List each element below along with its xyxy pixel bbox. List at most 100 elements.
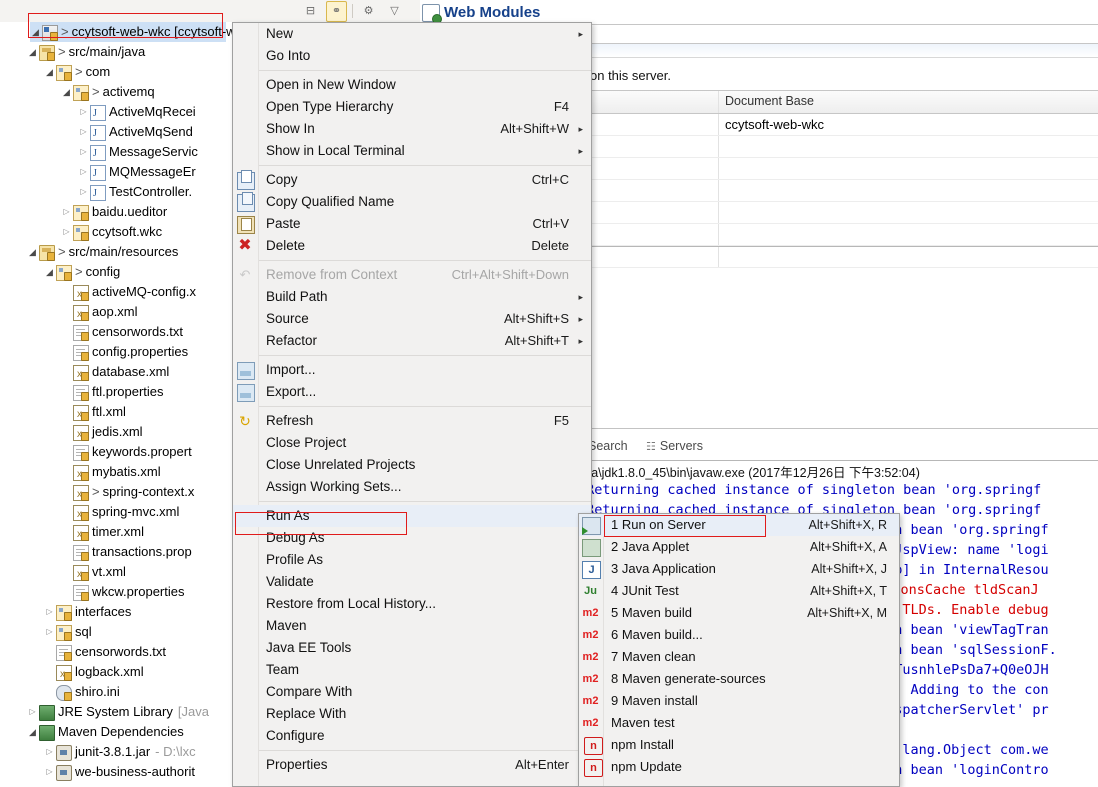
tree-expand-arrow[interactable] <box>78 102 89 122</box>
table-row[interactable] <box>588 136 1098 158</box>
submenu-item-1-run-on-server[interactable]: 1 Run on Server Alt+Shift+X, R <box>579 514 899 536</box>
tree-expand-arrow[interactable] <box>44 742 55 762</box>
tree-item[interactable]: ftl.xml <box>0 402 232 425</box>
menu-item-source[interactable]: Source Alt+Shift+S ▸ <box>233 308 591 330</box>
menu-item-open-type-hierarchy[interactable]: Open Type Hierarchy F4 <box>233 96 591 118</box>
menu-item-copy[interactable]: Copy Ctrl+C <box>233 169 591 191</box>
menu-item-show-in[interactable]: Show In Alt+Shift+W ▸ <box>233 118 591 140</box>
menu-item-close-unrelated-projects[interactable]: Close Unrelated Projects <box>233 454 591 476</box>
tree-item[interactable]: keywords.propert <box>0 442 232 462</box>
submenu-item-6-maven-build[interactable]: m2 6 Maven build... <box>579 624 899 646</box>
menu-item-show-in-local-terminal[interactable]: Show in Local Terminal ▸ <box>233 140 591 162</box>
menu-item-run-as[interactable]: Run As▸ <box>233 505 591 527</box>
table-row[interactable] <box>588 224 1098 246</box>
tab-search[interactable]: Search <box>588 439 628 453</box>
menu-item-maven[interactable]: Maven▸ <box>233 615 591 637</box>
menu-item-delete[interactable]: ✖ Delete Delete <box>233 235 591 257</box>
tree-item[interactable]: TestController. <box>0 182 232 204</box>
tree-expand-arrow[interactable] <box>78 142 89 162</box>
context-menu[interactable]: New ▸ Go Into Open in New Window Open Type H… <box>232 22 592 787</box>
tree-item[interactable]: transactions.prop <box>0 542 232 562</box>
tree-item[interactable]: >com <box>0 62 232 82</box>
submenu-item-3-java-application[interactable]: J 3 Java Application Alt+Shift+X, J <box>579 558 899 580</box>
tree-item[interactable]: >ccytsoft-web-wkc [ccytsoft-web-wkc-rele… <box>30 22 232 43</box>
tree-item[interactable]: baidu.ueditor <box>0 202 232 222</box>
tree-item[interactable]: censorwords.txt <box>0 322 232 342</box>
tree-item[interactable]: vt.xml <box>0 562 232 585</box>
tree-item[interactable]: activeMQ-config.x <box>0 282 232 305</box>
column-header-1[interactable]: Document Base <box>725 94 814 108</box>
menu-item-validate[interactable]: Validate <box>233 571 591 593</box>
menu-item-properties[interactable]: Properties Alt+Enter <box>233 754 591 776</box>
tree-expand-arrow[interactable] <box>61 202 72 222</box>
menu-item-assign-working-sets[interactable]: Assign Working Sets... <box>233 476 591 498</box>
tree-item[interactable]: MQMessageEr <box>0 162 232 184</box>
tree-item[interactable]: ftl.properties <box>0 382 232 402</box>
tree-item[interactable]: logback.xml <box>0 662 232 685</box>
tree-expand-arrow[interactable] <box>27 702 38 722</box>
menu-item-go-into[interactable]: Go Into <box>233 45 591 67</box>
tree-expand-arrow[interactable] <box>44 602 55 622</box>
tree-expand-arrow[interactable] <box>27 722 38 743</box>
tree-item[interactable]: we-business-authorit <box>0 762 232 782</box>
menu-item-build-path[interactable]: Build Path ▸ <box>233 286 591 308</box>
tree-item[interactable]: Maven Dependencies <box>0 722 232 742</box>
tree-expand-arrow[interactable] <box>44 622 55 642</box>
tree-item[interactable]: >activemq <box>0 82 232 102</box>
tree-expand-arrow[interactable] <box>61 82 72 103</box>
tree-item[interactable]: aop.xml <box>0 302 232 325</box>
submenu-item-maven-test[interactable]: m2 Maven test <box>579 712 899 734</box>
submenu-item-2-java-applet[interactable]: 2 Java Applet Alt+Shift+X, A <box>579 536 899 558</box>
table-row[interactable] <box>588 158 1098 180</box>
tree-item[interactable]: jedis.xml <box>0 422 232 445</box>
menu-item-configure[interactable]: Configure▸ <box>233 725 591 747</box>
menu-item-copy-qualified-name[interactable]: Copy Qualified Name <box>233 191 591 213</box>
tree-item[interactable]: ActiveMqSend <box>0 122 232 144</box>
link-with-editor-icon[interactable]: ⚭ <box>326 0 347 22</box>
menu-item-replace-with[interactable]: Replace With▸ <box>233 703 591 725</box>
submenu-item-npm-install[interactable]: n npm Install <box>579 734 899 756</box>
tree-expand-arrow[interactable] <box>27 242 38 263</box>
tree-item[interactable]: shiro.ini <box>0 682 232 702</box>
submenu-item-npm-update[interactable]: n npm Update <box>579 756 899 778</box>
view-menu-icon[interactable]: ⚙ <box>358 1 379 22</box>
tree-item[interactable]: timer.xml <box>0 522 232 545</box>
tree-item[interactable]: censorwords.txt <box>0 642 232 662</box>
run-as-submenu[interactable]: 1 Run on Server Alt+Shift+X, R 2 Java Appl… <box>578 513 900 787</box>
tree-item[interactable]: config.properties <box>0 342 232 362</box>
minimize-icon[interactable]: ▽ <box>384 1 405 22</box>
table-row[interactable]: ccytsoft-web-wkc <box>588 114 1098 136</box>
tree-expand-arrow[interactable] <box>78 182 89 202</box>
tree-expand-arrow[interactable] <box>44 62 55 83</box>
tree-item[interactable]: ActiveMqRecei <box>0 102 232 124</box>
package-explorer-tree[interactable]: >ccytsoft-web-wkc [ccytsoft-web-wkc-rele… <box>0 22 232 785</box>
menu-item-team[interactable]: Team▸ <box>233 659 591 681</box>
tree-item[interactable]: >src/main/java <box>0 42 232 62</box>
menu-item-profile-as[interactable]: Profile As▸ <box>233 549 591 571</box>
tree-item[interactable]: interfaces <box>0 602 232 622</box>
tree-expand-arrow[interactable] <box>30 22 41 43</box>
submenu-item-4-junit-test[interactable]: Ju 4 JUnit Test Alt+Shift+X, T <box>579 580 899 602</box>
tree-item[interactable]: ccytsoft.wkc <box>0 222 232 242</box>
tree-item[interactable]: >spring-context.x <box>0 482 232 505</box>
menu-item-import[interactable]: Import... <box>233 359 591 381</box>
menu-item-debug-as[interactable]: Debug As▸ <box>233 527 591 549</box>
menu-item-paste[interactable]: Paste Ctrl+V <box>233 213 591 235</box>
tree-item[interactable]: junit-3.8.1.jar - D:\lxc <box>0 742 232 762</box>
tree-expand-arrow[interactable] <box>78 162 89 182</box>
tab-servers[interactable]: ☷ Servers <box>646 439 703 453</box>
menu-item-compare-with[interactable]: Compare With▸ <box>233 681 591 703</box>
tree-expand-arrow[interactable] <box>44 762 55 782</box>
submenu-item-5-maven-build[interactable]: m2 5 Maven build Alt+Shift+X, M <box>579 602 899 624</box>
menu-item-remove-from-context[interactable]: ↶ Remove from Context Ctrl+Alt+Shift+Down <box>233 264 591 286</box>
menu-item-refresh[interactable]: ↻ Refresh F5 <box>233 410 591 432</box>
menu-item-new[interactable]: New ▸ <box>233 23 591 45</box>
submenu-item-8-maven-generate-sources[interactable]: m2 8 Maven generate-sources <box>579 668 899 690</box>
collapse-all-icon[interactable]: ⊟ <box>300 1 321 22</box>
menu-item-refactor[interactable]: Refactor Alt+Shift+T ▸ <box>233 330 591 352</box>
submenu-item-7-maven-clean[interactable]: m2 7 Maven clean <box>579 646 899 668</box>
tree-expand-arrow[interactable] <box>44 262 55 283</box>
table-row[interactable] <box>588 246 1098 268</box>
menu-item-export[interactable]: Export... <box>233 381 591 403</box>
tree-item[interactable]: database.xml <box>0 362 232 385</box>
